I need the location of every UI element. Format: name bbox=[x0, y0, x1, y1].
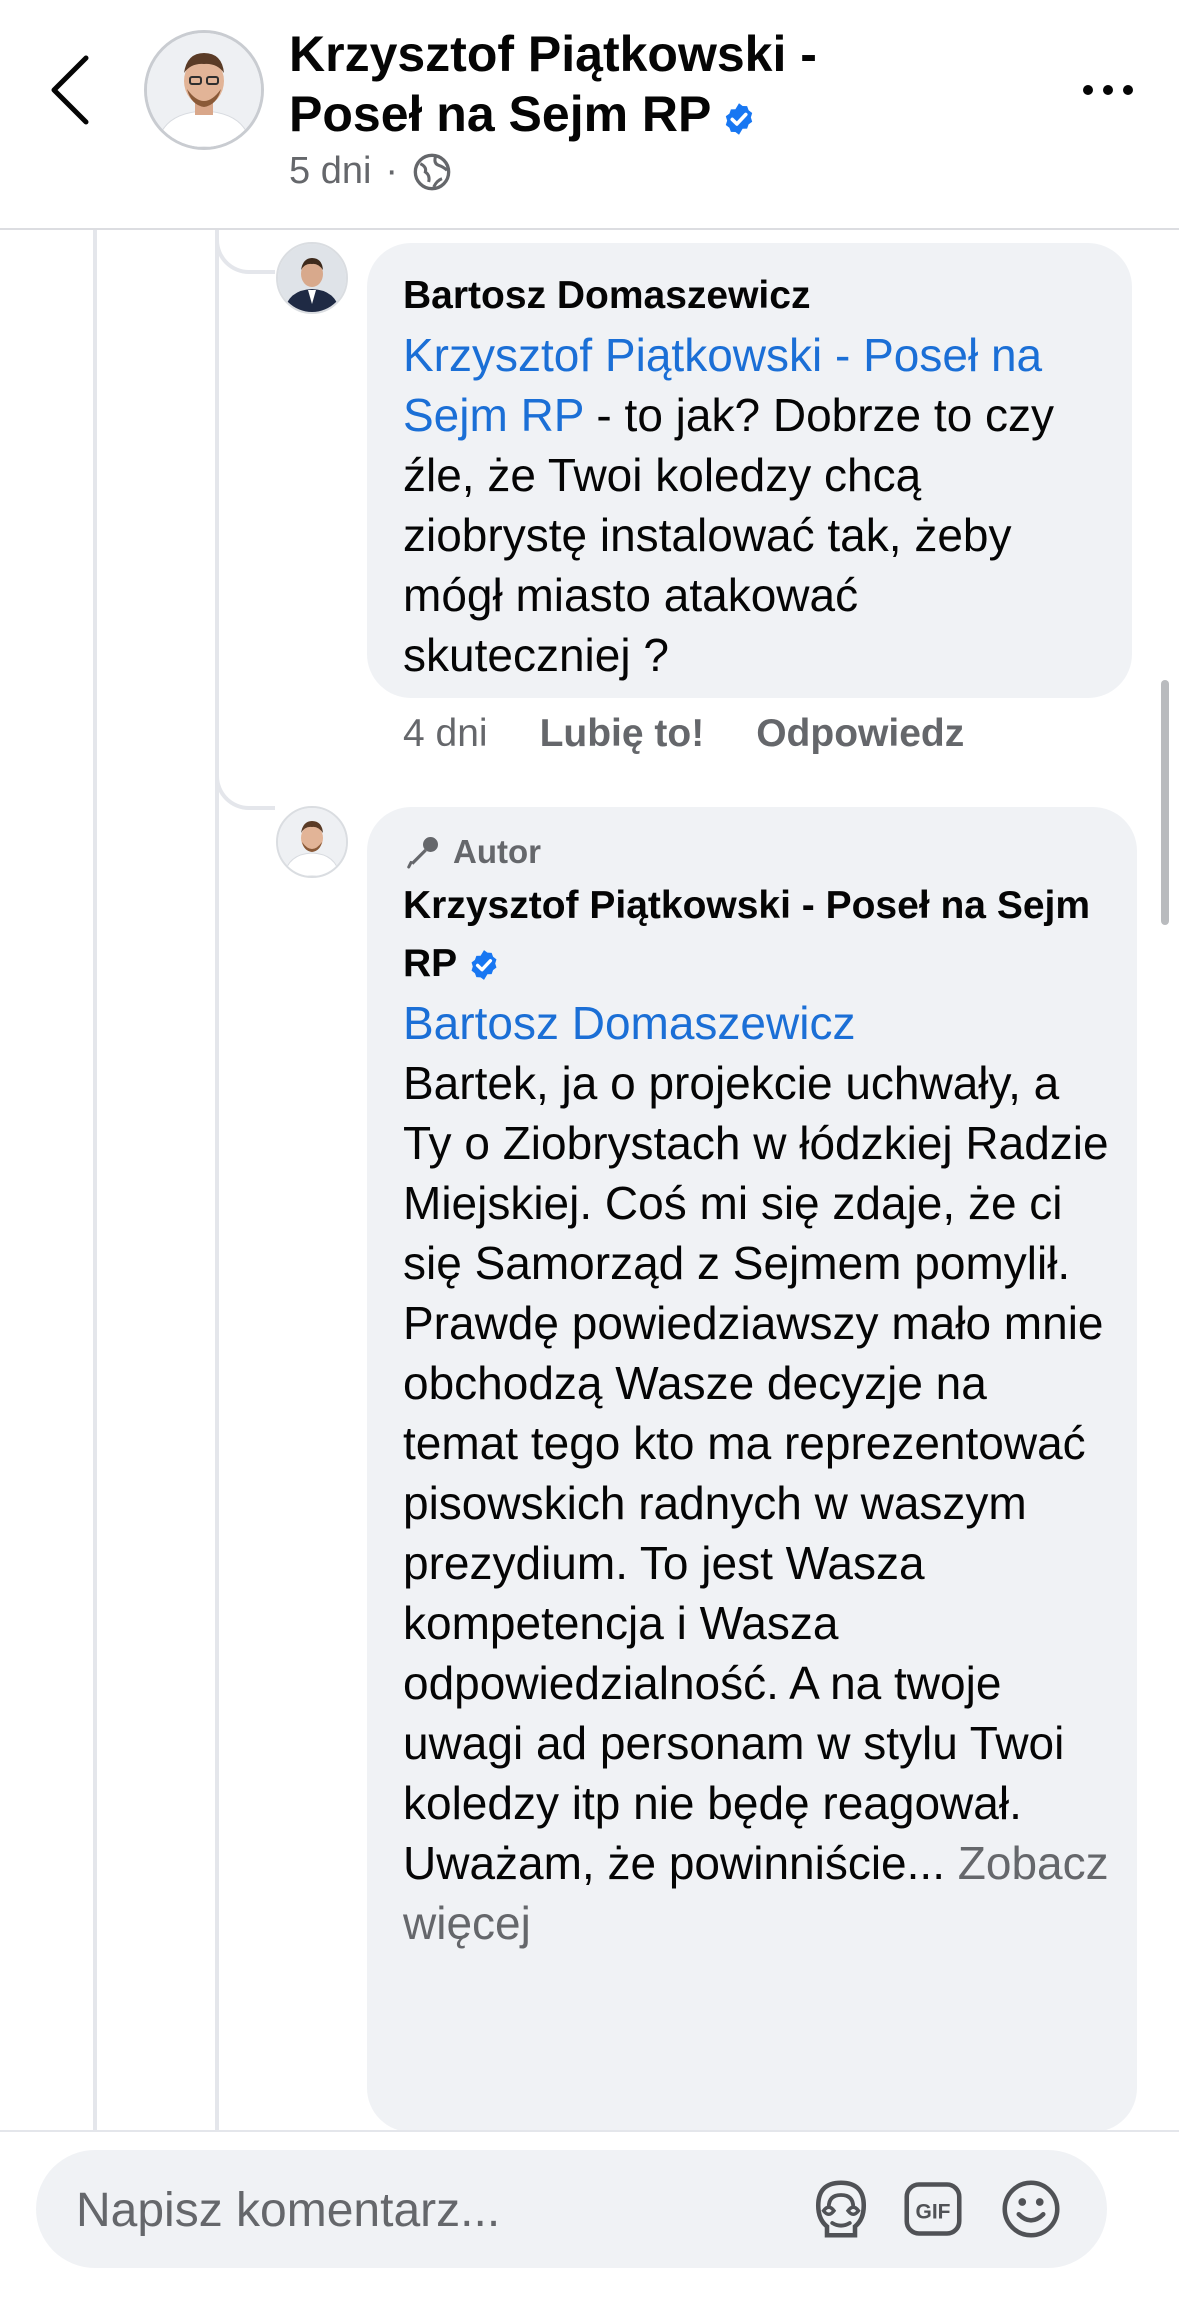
comment-body: Bartek, ja o projekcie uchwały, a Ty o Z… bbox=[403, 1057, 1109, 1889]
comment-input[interactable] bbox=[74, 2178, 758, 2242]
globe-icon bbox=[413, 153, 451, 190]
thread-line-outer bbox=[93, 228, 97, 2130]
emoji-icon[interactable] bbox=[996, 2174, 1066, 2244]
author-badge-label: Autor bbox=[453, 833, 541, 870]
comment-text: Bartosz Domaszewicz Bartek, ja o projekc… bbox=[403, 993, 1109, 1953]
comment-author[interactable]: Bartosz Domaszewicz bbox=[403, 267, 1098, 325]
comment-time[interactable]: 4 dni bbox=[403, 712, 488, 756]
thread-connector bbox=[215, 228, 275, 274]
post-header: Krzysztof Piątkowski - Poseł na Sejm RP … bbox=[0, 0, 1179, 230]
meta-separator: · bbox=[385, 150, 399, 192]
gif-icon[interactable]: GIF bbox=[898, 2174, 968, 2244]
comment-composer-bar: GIF bbox=[0, 2130, 1179, 2309]
reply-button[interactable]: Odpowiedz bbox=[756, 712, 964, 756]
avatar-sticker-icon[interactable] bbox=[806, 2174, 876, 2244]
microphone-icon bbox=[407, 837, 438, 869]
commenter-avatar[interactable] bbox=[276, 242, 348, 314]
svg-text:GIF: GIF bbox=[916, 2201, 951, 2224]
comment-actions: 4 dni Lubię to! Odpowiedz bbox=[403, 712, 964, 756]
comment-author-name: Krzysztof Piątkowski - Poseł na Sejm RP bbox=[403, 884, 1091, 985]
page-title[interactable]: Krzysztof Piątkowski - Poseł na Sejm RP bbox=[289, 24, 909, 144]
comment-author[interactable]: Krzysztof Piątkowski - Poseł na Sejm RP bbox=[403, 877, 1109, 993]
post-meta: 5 dni · bbox=[289, 150, 452, 193]
verified-badge-icon bbox=[726, 103, 753, 135]
mention-link[interactable]: Bartosz Domaszewicz bbox=[403, 997, 855, 1049]
verified-badge-icon bbox=[471, 950, 497, 980]
person-avatar-icon bbox=[147, 33, 261, 147]
author-badge: Autor bbox=[403, 833, 1109, 871]
comment-composer[interactable]: GIF bbox=[36, 2150, 1107, 2268]
comment-bubble: Bartosz Domaszewicz Krzysztof Piątkowski… bbox=[367, 243, 1132, 698]
comment-text: Krzysztof Piątkowski - Poseł na Sejm RP … bbox=[403, 325, 1098, 685]
post-time[interactable]: 5 dni bbox=[289, 150, 371, 193]
thread-connector bbox=[215, 760, 275, 810]
like-button[interactable]: Lubię to! bbox=[540, 712, 705, 756]
back-chevron-icon[interactable] bbox=[44, 50, 104, 130]
comment-bubble: Autor Krzysztof Piątkowski - Poseł na Se… bbox=[367, 807, 1137, 2132]
person-avatar-icon bbox=[278, 244, 346, 312]
scrollbar-thumb[interactable] bbox=[1161, 680, 1169, 925]
person-avatar-icon bbox=[278, 808, 346, 876]
commenter-avatar[interactable] bbox=[276, 806, 348, 878]
thread-line-inner bbox=[215, 228, 219, 2130]
page-avatar[interactable] bbox=[144, 30, 264, 150]
more-options-icon[interactable] bbox=[1078, 70, 1138, 110]
